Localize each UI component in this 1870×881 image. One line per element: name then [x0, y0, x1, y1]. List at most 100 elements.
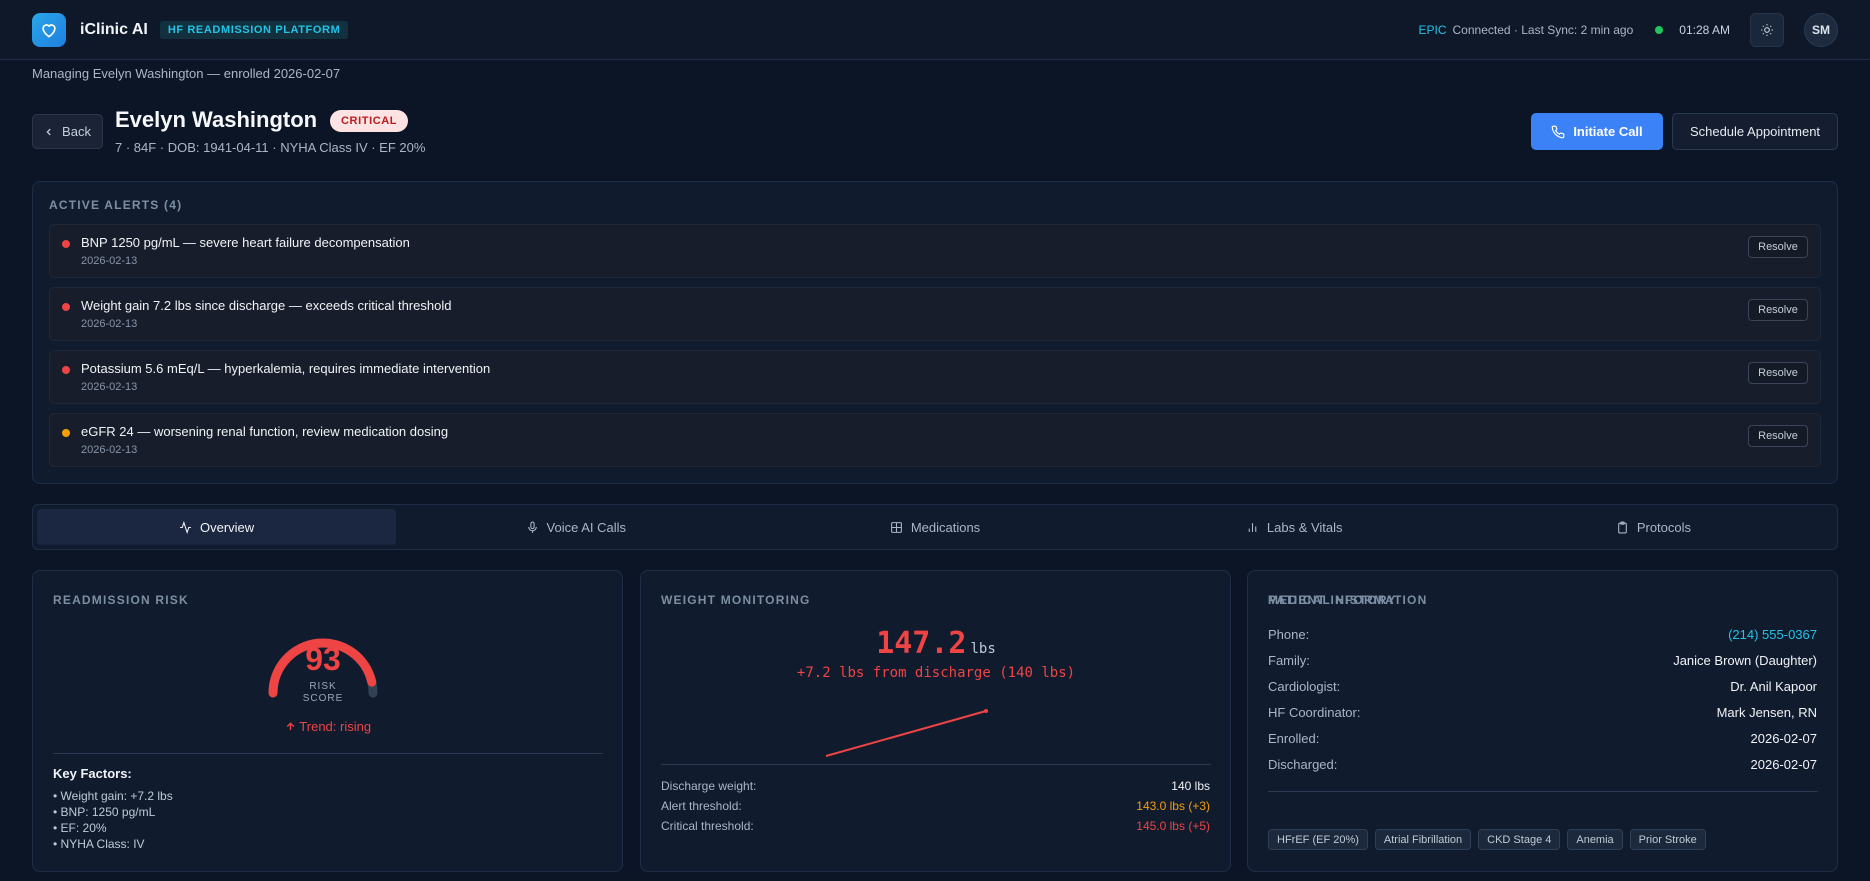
weight-row: Discharge weight: 140 lbs: [661, 779, 1210, 793]
history-chip: HFrEF (EF 20%): [1268, 829, 1368, 850]
grid-icon: [890, 521, 902, 533]
back-button[interactable]: Back: [32, 114, 103, 149]
online-indicator: [1655, 25, 1664, 34]
resolve-button[interactable]: Resolve: [1748, 236, 1808, 258]
risk-score-label: RISK SCORE: [302, 681, 344, 704]
alert-item: Potassium 5.6 mEq/L — hyperkalemia, requ…: [49, 350, 1821, 404]
info-row-enrolled: Enrolled: 2026-02-07: [1268, 731, 1817, 746]
tab-bar: Overview Voice AI Calls Medications Labs…: [32, 504, 1838, 550]
patient-name: Evelyn Washington: [115, 107, 318, 132]
tab-overview[interactable]: Overview: [37, 509, 397, 545]
phone-link[interactable]: (214) 555-0367: [1728, 627, 1817, 642]
alert-text: Potassium 5.6 mEq/L — hyperkalemia, requ…: [81, 361, 491, 376]
alert-item: Weight gain 7.2 lbs since discharge — ex…: [49, 287, 1821, 341]
weight-row: Critical threshold: 145.0 lbs (+5): [661, 819, 1210, 833]
alert-text: Weight gain 7.2 lbs since discharge — ex…: [81, 298, 452, 313]
weight-value: 147.2: [876, 626, 967, 661]
alert-text: BNP 1250 pg/mL — severe heart failure de…: [81, 235, 410, 250]
alerts-title: ACTIVE ALERTS (4): [49, 198, 183, 212]
clock: 01:28 AM: [1679, 22, 1730, 37]
risk-trend: Trend: rising: [33, 719, 623, 734]
weight-delta: +7.2 lbs from discharge (140 lbs): [796, 665, 1076, 681]
alert-item: eGFR 24 — worsening renal function, revi…: [49, 413, 1821, 467]
info-row-phone: Phone: (214) 555-0367: [1268, 627, 1817, 642]
tab-labs-vitals[interactable]: Labs & Vitals: [1115, 509, 1474, 545]
tab-voice-ai-calls[interactable]: Voice AI Calls: [396, 509, 755, 545]
key-factor: • BNP: 1250 pg/mL: [53, 805, 156, 819]
bar-chart-icon: [1248, 522, 1257, 532]
tab-label: Medications: [910, 519, 981, 535]
platform-badge: HF READMISSION PLATFORM: [159, 20, 349, 39]
weight-title: WEIGHT MONITORING: [661, 593, 811, 607]
risk-title: READMISSION RISK: [53, 593, 189, 607]
divider: [661, 764, 1211, 765]
heart-logo-icon[interactable]: [32, 12, 66, 47]
warning-dot-icon: [62, 429, 70, 437]
readmission-risk-card: READMISSION RISK 93 RISK SCORE Trend: ris…: [32, 570, 623, 872]
current-weight: 147.2 lbs: [641, 626, 1231, 661]
sync-status: Connected · Last Sync: 2 min ago: [1452, 22, 1634, 37]
status-badge: CRITICAL: [330, 110, 409, 132]
key-factor: • NYHA Class: IV: [53, 837, 145, 851]
weight-latest-point: [984, 709, 988, 713]
tab-protocols[interactable]: Protocols: [1474, 509, 1833, 545]
info-row-coordinator: HF Coordinator: Mark Jensen, RN: [1268, 705, 1817, 720]
critical-dot-icon: [62, 366, 70, 374]
alert-date: 2026-02-13: [81, 255, 138, 267]
arrow-up-icon: [286, 722, 295, 731]
user-avatar[interactable]: SM: [1804, 12, 1838, 47]
weight-unit: lbs: [970, 641, 996, 657]
phone-icon: [1551, 125, 1565, 138]
mic-icon: [527, 521, 537, 533]
alert-date: 2026-02-13: [81, 381, 138, 393]
resolve-button[interactable]: Resolve: [1748, 299, 1808, 321]
sun-icon: [1761, 23, 1773, 36]
ehr-label: EPIC: [1418, 22, 1447, 37]
active-alerts-card: ACTIVE ALERTS (4) BNP 1250 pg/mL — sever…: [32, 181, 1838, 484]
resolve-button[interactable]: Resolve: [1748, 362, 1808, 384]
critical-dot-icon: [62, 240, 70, 248]
weight-monitoring-card: WEIGHT MONITORING 147.2 lbs +7.2 lbs from…: [640, 570, 1231, 872]
patient-meta: 7 · 84F · DOB: 1941-04-11 · NYHA Class I…: [115, 140, 426, 155]
alert-item: BNP 1250 pg/mL — severe heart failure de…: [49, 224, 1821, 278]
tab-medications[interactable]: Medications: [755, 509, 1114, 545]
tab-label: Overview: [200, 519, 255, 535]
medical-history-title: MEDICAL HISTORY: [1268, 593, 1397, 607]
divider: [1268, 791, 1818, 792]
initiate-call-button[interactable]: Initiate Call: [1531, 113, 1663, 150]
history-chip: Anemia: [1567, 829, 1623, 850]
critical-dot-icon: [62, 303, 70, 311]
theme-toggle-button[interactable]: [1750, 12, 1784, 47]
tab-label: Labs & Vitals: [1266, 519, 1343, 535]
alert-date: 2026-02-13: [81, 318, 138, 330]
weight-row: Alert threshold: 143.0 lbs (+3): [661, 799, 1210, 813]
alert-text: eGFR 24 — worsening renal function, revi…: [81, 424, 449, 439]
key-factor: • EF: 20%: [53, 821, 107, 835]
managing-context: Managing Evelyn Washington — enrolled 20…: [32, 66, 341, 81]
chevron-left-icon: [46, 128, 51, 135]
initiate-call-label: Initiate Call: [1573, 124, 1643, 139]
tab-label: Protocols: [1636, 519, 1692, 535]
top-bar: iClinic AI HF READMISSION PLATFORM EPIC …: [0, 0, 1870, 60]
info-row-cardiologist: Cardiologist: Dr. Anil Kapoor: [1268, 679, 1817, 694]
clipboard-icon: [1617, 521, 1627, 533]
risk-score: 93: [305, 641, 341, 677]
risk-gauge: 93 RISK SCORE: [263, 625, 383, 715]
info-row-family: Family: Janice Brown (Daughter): [1268, 653, 1817, 668]
activity-icon: [180, 520, 191, 534]
weight-trend-line: [825, 710, 987, 757]
key-factor: • Weight gain: +7.2 lbs: [53, 789, 173, 803]
history-chip: Atrial Fibrillation: [1374, 829, 1472, 850]
back-label: Back: [62, 124, 91, 139]
alert-date: 2026-02-13: [81, 444, 138, 456]
resolve-button[interactable]: Resolve: [1748, 425, 1808, 447]
info-row-discharged: Discharged: 2026-02-07: [1268, 757, 1817, 772]
app-name: iClinic AI: [80, 20, 148, 38]
medical-history-chips: HFrEF (EF 20%) Atrial Fibrillation CKD S…: [1268, 829, 1706, 850]
tab-label: Voice AI Calls: [546, 519, 627, 535]
divider: [53, 753, 603, 754]
weight-trend-sparkline: [825, 709, 988, 757]
history-chip: Prior Stroke: [1629, 829, 1706, 850]
schedule-appointment-button[interactable]: Schedule Appointment: [1672, 113, 1838, 150]
history-chip: CKD Stage 4: [1478, 829, 1561, 850]
